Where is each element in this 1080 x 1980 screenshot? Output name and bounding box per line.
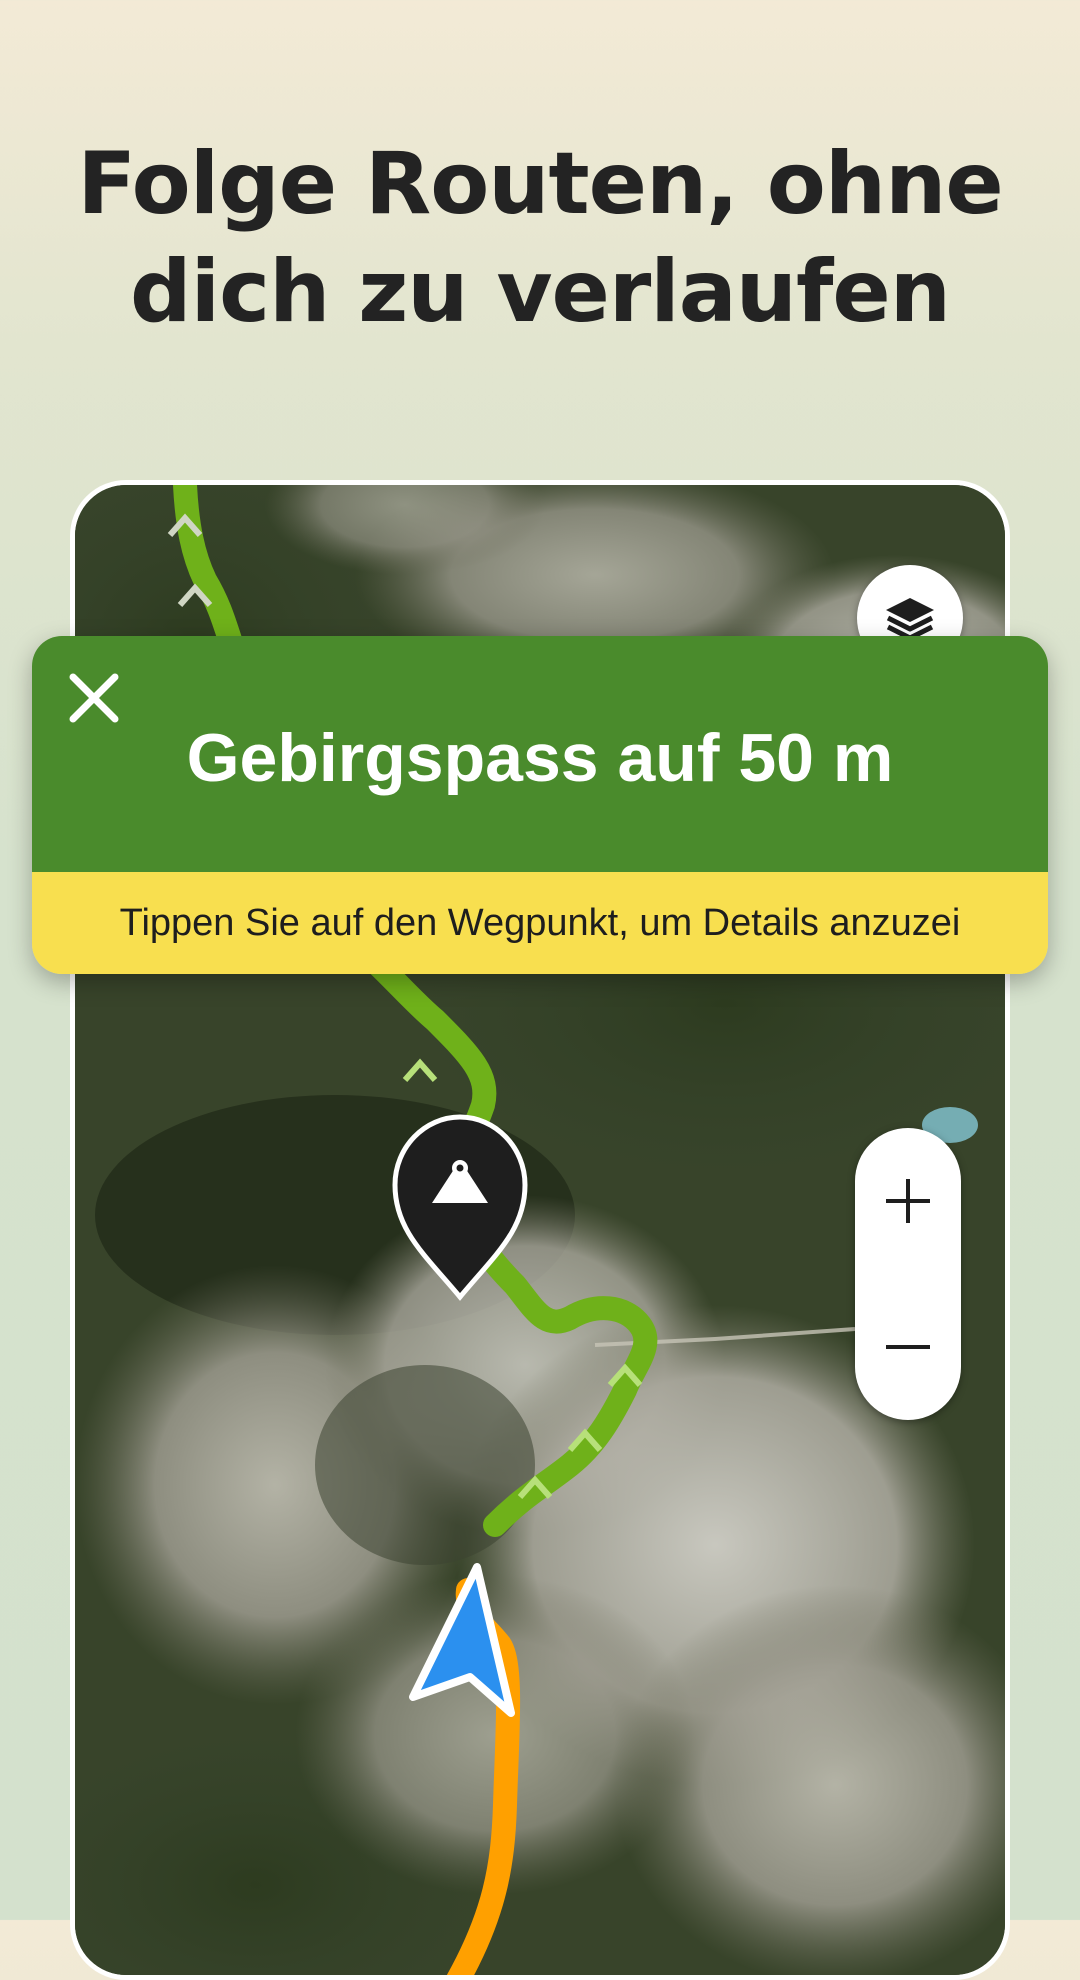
waypoint-hint-banner[interactable]: Tippen Sie auf den Wegpunkt, um Details … xyxy=(32,872,1048,974)
navigation-instruction-panel[interactable]: Gebirgspass auf 50 m xyxy=(32,636,1048,872)
zoom-control xyxy=(855,1128,961,1420)
navigation-card: Gebirgspass auf 50 m Tippen Sie auf den … xyxy=(32,636,1048,974)
headline-line-2: dich zu verlaufen xyxy=(130,242,951,342)
headline-line-1: Folge Routen, ohne xyxy=(77,134,1003,234)
rock-shadow xyxy=(315,1365,535,1565)
zoom-out-button[interactable] xyxy=(855,1274,961,1420)
page-headline: Folge Routen, ohne dich zu verlaufen xyxy=(0,130,1080,346)
minus-icon xyxy=(886,1345,930,1349)
plus-icon xyxy=(886,1179,930,1223)
zoom-in-button[interactable] xyxy=(855,1128,961,1274)
waypoint-hint-text: Tippen Sie auf den Wegpunkt, um Details … xyxy=(119,902,961,944)
navigation-instruction: Gebirgspass auf 50 m xyxy=(186,720,894,796)
